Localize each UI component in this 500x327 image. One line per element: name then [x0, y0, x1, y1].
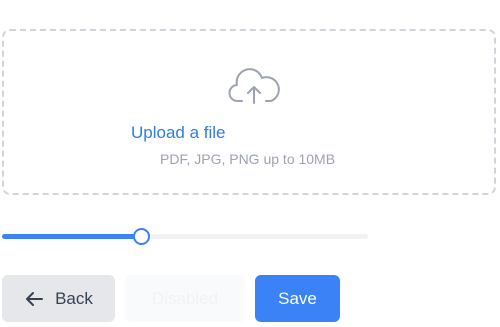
- disabled-button: Disabled: [125, 275, 245, 322]
- slider-thumb[interactable]: [133, 228, 151, 245]
- disabled-button-label: Disabled: [151, 288, 219, 308]
- save-button-label: Save: [278, 288, 317, 308]
- upload-file-link[interactable]: Upload a file: [131, 123, 226, 143]
- save-button[interactable]: Save: [255, 275, 340, 322]
- cloud-upload-icon: [228, 68, 280, 104]
- arrow-left-icon: [26, 291, 44, 306]
- back-button-label: Back: [55, 288, 93, 308]
- upload-file-hint: PDF, JPG, PNG up to 10MB: [160, 151, 336, 167]
- file-dropzone[interactable]: Upload a file PDF, JPG, PNG up to 10MB: [2, 29, 496, 195]
- slider-fill: [2, 234, 142, 239]
- range-slider[interactable]: [2, 227, 368, 245]
- back-button[interactable]: Back: [2, 275, 115, 322]
- upload-form: Upload a file PDF, JPG, PNG up to 10MB B…: [0, 0, 500, 327]
